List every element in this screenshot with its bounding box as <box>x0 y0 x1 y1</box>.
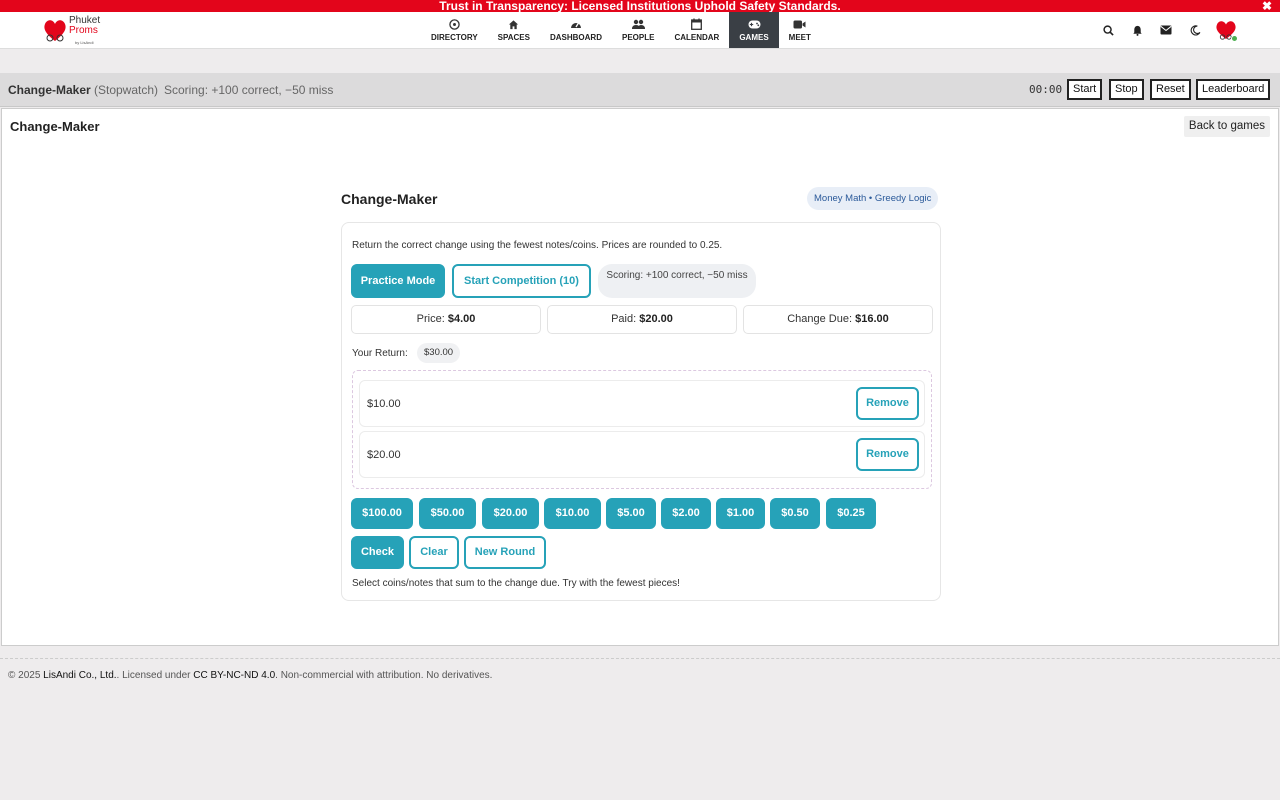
game-card: Return the correct change using the fewe… <box>341 222 941 601</box>
toolbar-mode: (Stopwatch) <box>94 83 159 97</box>
compass-icon <box>449 18 460 30</box>
price-label: Price: <box>416 313 445 325</box>
nav-label: SPACES <box>497 33 530 42</box>
return-amount: $10.00 <box>367 398 401 410</box>
denom-2-button[interactable]: $2.00 <box>661 498 711 529</box>
check-button[interactable]: Check <box>351 536 404 569</box>
footer: © 2025 LisAndi Co., Ltd.. Licensed under… <box>0 658 1280 681</box>
list-item: $10.00 Remove <box>359 380 925 427</box>
leaderboard-button[interactable]: Leaderboard <box>1196 79 1271 100</box>
nav-label: PEOPLE <box>621 33 655 42</box>
nav-spaces[interactable]: SPACES <box>488 12 540 48</box>
paid-stat: Paid: $20.00 <box>547 305 737 334</box>
denom-1-button[interactable]: $1.00 <box>716 498 765 529</box>
nav-games[interactable]: GAMES <box>729 12 779 48</box>
remove-button[interactable]: Remove <box>856 438 919 471</box>
remove-button[interactable]: Remove <box>856 387 919 420</box>
toolbar-scoring: Scoring: +100 correct, −50 miss <box>164 83 334 97</box>
game-panel: Change-Maker Back to games Change-Maker … <box>1 108 1279 646</box>
licensed-text: . Licensed under <box>116 670 194 681</box>
gauge-icon <box>570 18 582 30</box>
heart-logo-icon <box>44 20 66 42</box>
change-due-value: $16.00 <box>855 313 889 325</box>
start-competition-button[interactable]: Start Competition (10) <box>452 264 591 298</box>
brand-logo[interactable]: Phuket Proms by LisAndi <box>42 15 112 47</box>
utility-icons <box>1100 22 1203 38</box>
top-navigation: Phuket Proms by LisAndi DIRECTORY SPACES… <box>0 12 1280 49</box>
nav-calendar[interactable]: CALENDAR <box>664 12 729 48</box>
scoring-pill: Scoring: +100 correct, −50 miss <box>598 264 756 298</box>
close-icon[interactable]: ✖ <box>1262 0 1272 12</box>
license-note: . Non-commercial with attribution. No de… <box>275 670 493 681</box>
nav-label: DASHBOARD <box>549 33 602 42</box>
denom-20-button[interactable]: $20.00 <box>482 498 539 529</box>
hint-text: Select coins/notes that sum to the chang… <box>352 578 680 589</box>
people-icon <box>631 18 645 30</box>
search-icon[interactable] <box>1100 22 1116 38</box>
nav-people[interactable]: PEOPLE <box>612 12 664 48</box>
announcement-banner: Trust in Transparency: Licensed Institut… <box>0 0 1280 12</box>
copyright: © 2025 <box>8 670 44 681</box>
game-toolbar: Change-Maker (Stopwatch) Scoring: +100 c… <box>0 73 1280 107</box>
online-status-dot <box>1231 35 1238 42</box>
video-icon <box>793 18 806 30</box>
price-stat: Price: $4.00 <box>351 305 541 334</box>
return-amount: $20.00 <box>367 449 401 461</box>
nav-label: DIRECTORY <box>431 33 478 42</box>
list-item: $20.00 Remove <box>359 431 925 478</box>
footer-text: © 2025 LisAndi Co., Ltd.. Licensed under… <box>8 670 492 681</box>
panel-title: Change-Maker <box>10 119 100 134</box>
nav-label: GAMES <box>739 33 769 42</box>
nav-label: CALENDAR <box>674 33 720 42</box>
back-to-games-button[interactable]: Back to games <box>1183 116 1270 137</box>
brand-byline: by LisAndi <box>75 40 94 45</box>
brand-name-accent: Proms <box>69 25 98 36</box>
game-title: Change-Maker <box>341 191 438 207</box>
avatar[interactable] <box>1214 18 1238 42</box>
practice-mode-button[interactable]: Practice Mode <box>351 264 445 298</box>
gamepad-icon <box>748 18 761 30</box>
home-icon <box>508 18 519 30</box>
stop-button[interactable]: Stop <box>1109 79 1144 100</box>
clear-button[interactable]: Clear <box>409 536 459 569</box>
moon-icon[interactable] <box>1187 22 1203 38</box>
denom-025-button[interactable]: $0.25 <box>826 498 876 529</box>
reset-button[interactable]: Reset <box>1150 79 1191 100</box>
main-nav: DIRECTORY SPACES DASHBOARD PEOPLE CALEND… <box>421 12 821 48</box>
denom-10-button[interactable]: $10.00 <box>544 498 601 529</box>
change-due-stat: Change Due: $16.00 <box>743 305 933 334</box>
your-return-label: Your Return: <box>352 348 408 359</box>
game-description: Return the correct change using the fewe… <box>352 240 723 251</box>
change-due-label: Change Due: <box>787 313 853 325</box>
denom-50-button[interactable]: $50.00 <box>419 498 476 529</box>
denom-5-button[interactable]: $5.00 <box>606 498 656 529</box>
nav-label: MEET <box>788 33 811 42</box>
paid-value: $20.00 <box>639 313 673 325</box>
new-round-button[interactable]: New Round <box>464 536 546 569</box>
price-value: $4.00 <box>447 313 476 325</box>
start-button[interactable]: Start <box>1067 79 1103 100</box>
nav-meet[interactable]: MEET <box>779 12 821 48</box>
calendar-icon <box>691 18 703 30</box>
nav-dashboard[interactable]: DASHBOARD <box>540 12 612 48</box>
denom-050-button[interactable]: $0.50 <box>770 498 820 529</box>
nav-directory[interactable]: DIRECTORY <box>421 12 488 48</box>
paid-label: Paid: <box>611 313 637 325</box>
stopwatch-timer: 00:00 <box>1029 83 1063 96</box>
denom-100-button[interactable]: $100.00 <box>351 498 413 529</box>
company-link[interactable]: LisAndi Co., Ltd. <box>43 670 116 681</box>
license-link[interactable]: CC BY-NC-ND 4.0 <box>193 670 275 681</box>
category-tag: Money Math • Greedy Logic <box>807 187 939 210</box>
return-list: $10.00 Remove $20.00 Remove <box>352 370 932 489</box>
bell-icon[interactable] <box>1129 22 1145 38</box>
return-total-badge: $30.00 <box>417 343 461 363</box>
envelope-icon[interactable] <box>1158 22 1174 38</box>
banner-text: Trust in Transparency: Licensed Institut… <box>439 0 841 12</box>
toolbar-game-title: Change-Maker <box>8 83 91 97</box>
